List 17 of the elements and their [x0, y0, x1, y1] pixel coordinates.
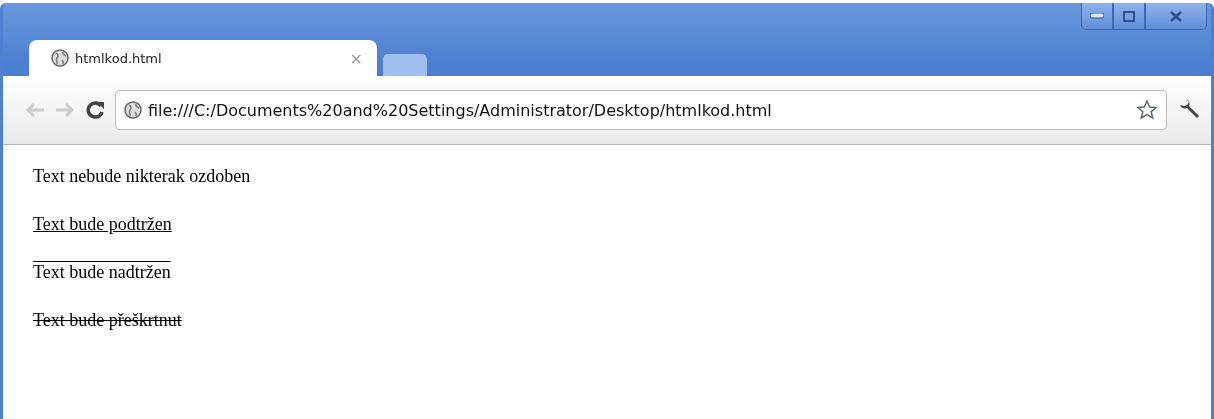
- maximize-button[interactable]: [1113, 3, 1145, 30]
- minimize-button[interactable]: [1081, 3, 1113, 30]
- paragraph-text: Text bude podtržen: [33, 213, 172, 236]
- close-button[interactable]: [1145, 3, 1207, 30]
- reload-icon[interactable]: [85, 100, 105, 120]
- browser-tab[interactable]: htmlkod.html ×: [29, 40, 377, 76]
- paragraph-text: Text nebude nikterak ozdoben: [33, 165, 251, 188]
- globe-icon: [124, 101, 142, 119]
- star-icon[interactable]: [1136, 99, 1158, 121]
- paragraph-text: Text bude nadtržen: [33, 261, 171, 284]
- tab-title: htmlkod.html: [75, 50, 163, 66]
- address-bar[interactable]: file:///C:/Documents%20and%20Settings/Administrator/Desktop/htmlkod.html: [115, 90, 1167, 130]
- globe-icon: [51, 49, 69, 67]
- maximize-icon: [1123, 10, 1135, 22]
- close-icon: [1170, 10, 1182, 22]
- paragraph-text: Text bude přeškrtnut: [33, 309, 182, 332]
- minimize-icon: [1090, 13, 1104, 19]
